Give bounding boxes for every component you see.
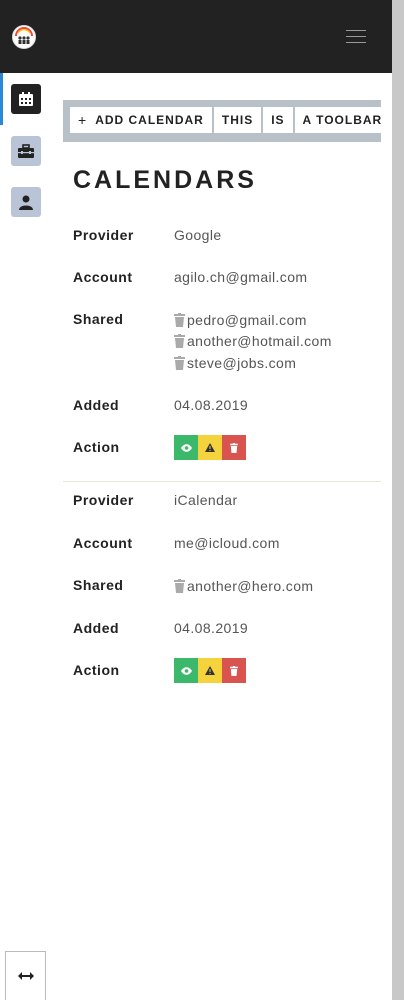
hamburger-icon[interactable] (346, 30, 366, 44)
sidebar-item-profile[interactable] (11, 187, 41, 217)
toolbar: + ADD CALENDAR THIS IS A TOOLBAR (63, 100, 391, 142)
eye-icon (180, 666, 192, 675)
app-logo-icon[interactable] (12, 25, 36, 49)
trash-icon[interactable] (174, 578, 185, 593)
shared-item: pedro@gmail.com (174, 309, 332, 331)
calendar-icon (19, 92, 33, 106)
eye-icon (180, 443, 192, 452)
shared-email: another@hotmail.com (187, 333, 332, 350)
trash-icon[interactable] (174, 355, 185, 370)
delete-button[interactable] (222, 658, 246, 683)
record-divider (63, 481, 381, 482)
account-value: me@icloud.com (174, 535, 280, 551)
plus-icon: + (78, 112, 88, 128)
shared-label: Shared (73, 577, 124, 593)
shared-item: another@hero.com (174, 575, 313, 597)
sidebar-item-tools[interactable] (11, 136, 41, 166)
account-label: Account (73, 269, 133, 285)
shared-email: steve@jobs.com (187, 354, 297, 371)
toolbox-icon (18, 144, 34, 158)
warning-icon (205, 443, 215, 452)
toolbar-button-a-toolbar[interactable]: A TOOLBAR (294, 107, 391, 133)
shared-email: pedro@gmail.com (187, 311, 307, 328)
shared-item: steve@jobs.com (174, 352, 332, 374)
provider-label: Provider (73, 492, 134, 508)
action-buttons (174, 658, 246, 683)
sidebar-item-calendars[interactable] (11, 84, 41, 114)
provider-label: Provider (73, 227, 134, 243)
warning-button[interactable] (198, 435, 222, 460)
shared-item: another@hotmail.com (174, 331, 332, 353)
resize-button[interactable] (5, 951, 46, 1000)
trash-icon[interactable] (174, 312, 185, 327)
action-label: Action (73, 662, 120, 678)
warning-button[interactable] (198, 658, 222, 683)
view-button[interactable] (174, 435, 198, 460)
added-value: 04.08.2019 (174, 397, 249, 413)
user-icon (19, 195, 33, 210)
top-navbar (0, 0, 392, 73)
provider-value: Google (174, 227, 222, 243)
trash-icon (230, 442, 238, 453)
action-buttons (174, 435, 246, 460)
delete-button[interactable] (222, 435, 246, 460)
shared-list: pedro@gmail.com another@hotmail.com stev… (174, 309, 332, 374)
shared-email: another@hero.com (187, 577, 314, 594)
resize-horizontal-icon (17, 972, 34, 980)
provider-value: iCalendar (174, 492, 238, 508)
active-indicator (0, 73, 3, 125)
add-calendar-label: ADD CALENDAR (95, 113, 204, 127)
page-title: CALENDARS (73, 166, 257, 194)
trash-icon[interactable] (174, 334, 185, 349)
shared-list: another@hero.com (174, 575, 313, 597)
toolbar-button-is[interactable]: IS (263, 107, 295, 133)
view-button[interactable] (174, 658, 198, 683)
added-label: Added (73, 620, 120, 636)
toolbar-button-this[interactable]: THIS (213, 107, 264, 133)
action-label: Action (73, 439, 120, 455)
scrollbar[interactable] (392, 0, 404, 1000)
added-label: Added (73, 397, 120, 413)
add-calendar-button[interactable]: + ADD CALENDAR (70, 107, 214, 133)
trash-icon (230, 665, 238, 676)
warning-icon (205, 666, 215, 675)
account-value: agilo.ch@gmail.com (174, 269, 308, 285)
account-label: Account (73, 535, 133, 551)
added-value: 04.08.2019 (174, 620, 249, 636)
shared-label: Shared (73, 311, 124, 327)
